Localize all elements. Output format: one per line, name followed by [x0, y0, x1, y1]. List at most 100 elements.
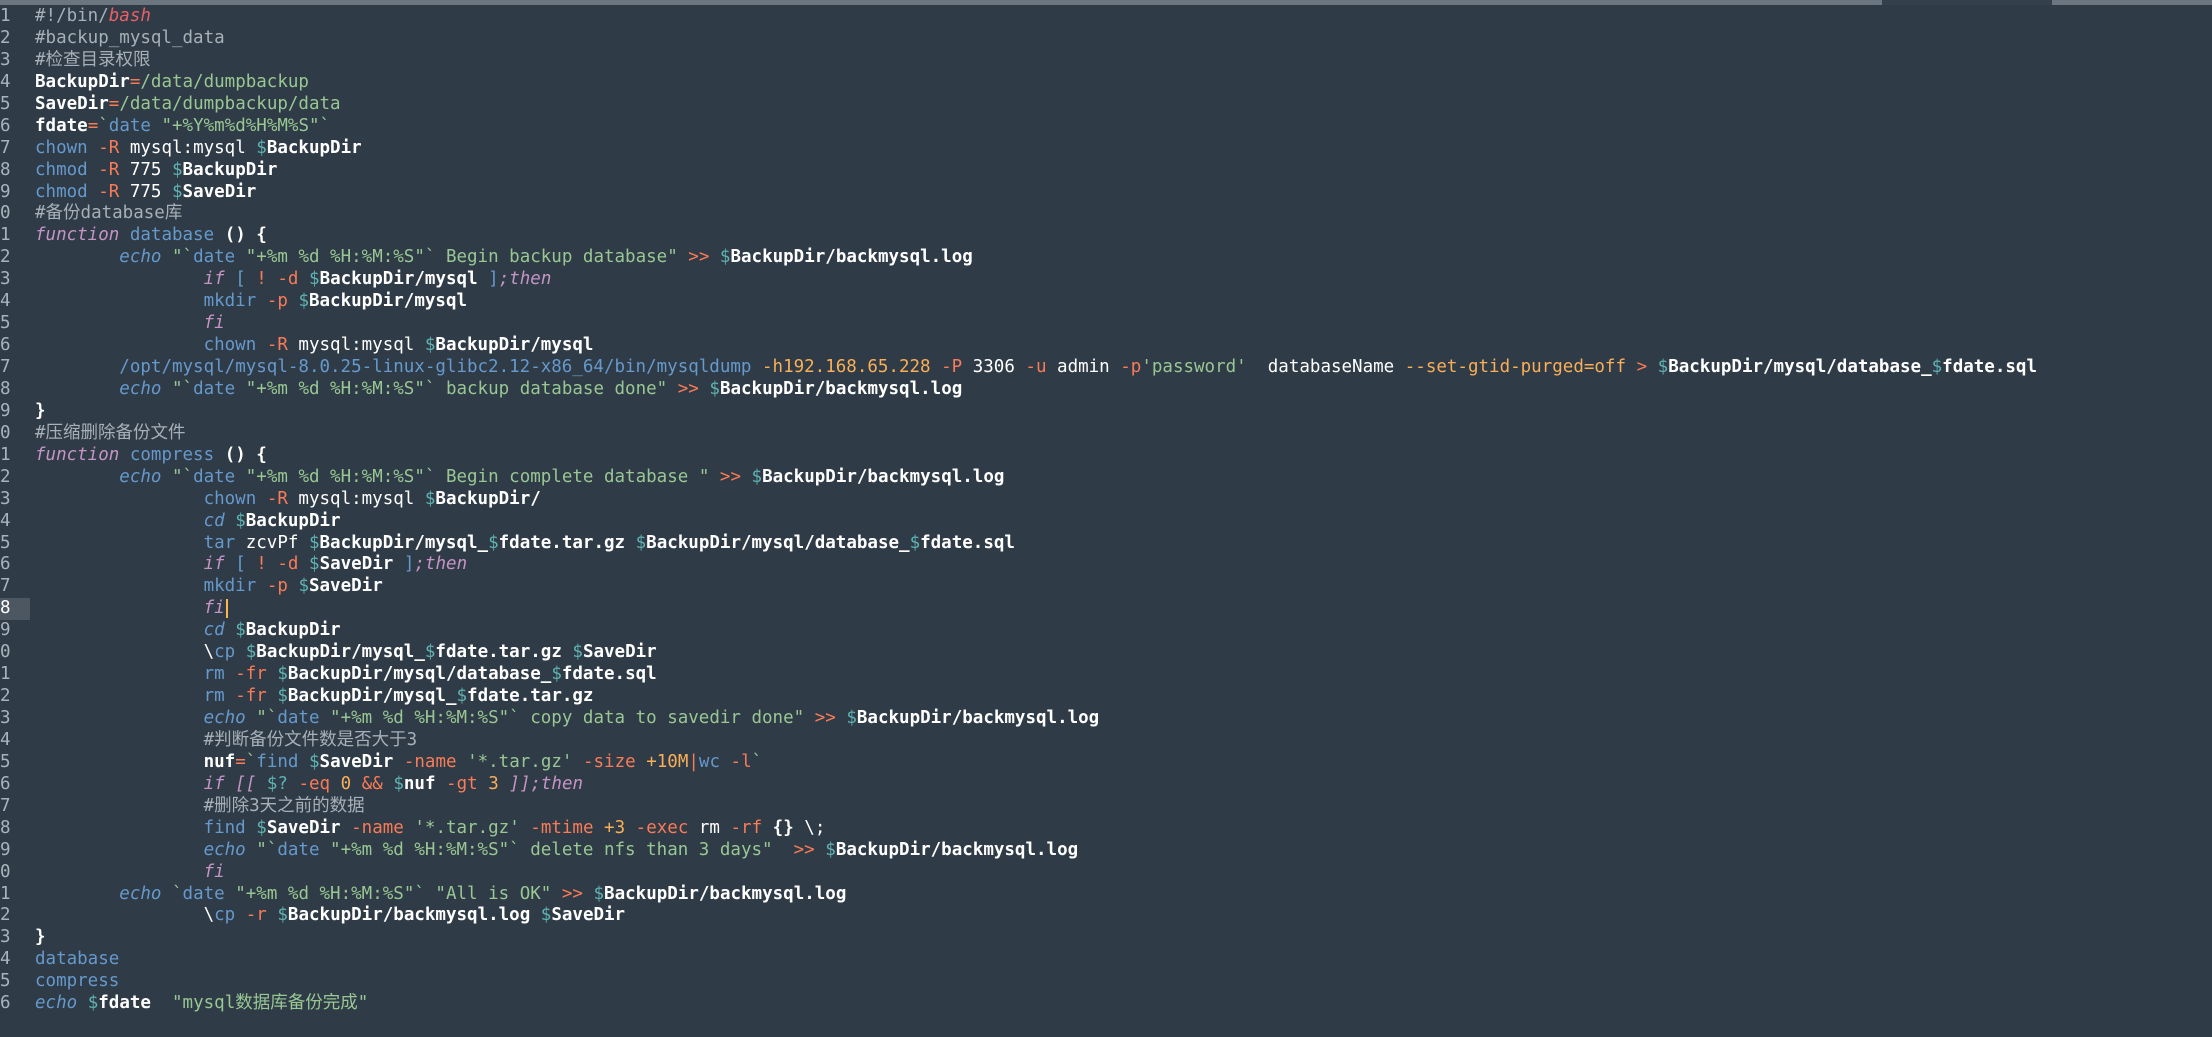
code-token: -p [266, 291, 288, 312]
code-line[interactable]: rm -fr $BackupDir/mysql/database_$fdate.… [35, 664, 2212, 686]
code-token: -gt [446, 773, 478, 794]
code-token: echo [119, 378, 162, 399]
code-area[interactable]: #!/bin/bash #backup_mysql_data #检查目录权限 Back… [35, 6, 2212, 1015]
code-line[interactable]: cd $BackupDir [35, 620, 2212, 642]
code-line[interactable]: if [[ $? -eq 0 && $nuf -gt 3 ]];then [35, 774, 2212, 796]
code-line[interactable]: echo "`date "+%m %d %H:%M:%S"` delete nf… [35, 840, 2212, 862]
code-line[interactable]: function compress () { [35, 445, 2212, 467]
code-line[interactable]: chown -R mysql:mysql $BackupDir/ [35, 489, 2212, 511]
code-line[interactable]: echo "`date "+%m %d %H:%M:%S"` Begin com… [35, 467, 2212, 489]
code-token: cp [214, 905, 236, 926]
code-token: BackupDir [35, 71, 130, 92]
code-token: "+%m %d %H:%M:%S"` delete nfs than 3 day… [319, 839, 773, 860]
code-token: -name [403, 751, 457, 772]
code-token: #!/bin/ [35, 6, 109, 26]
code-line[interactable]: nuf=`find $SaveDir -name '*.tar.gz' -siz… [35, 752, 2212, 774]
code-line[interactable]: function database () { [35, 225, 2212, 247]
code-line[interactable]: } [35, 927, 2212, 949]
code-line[interactable]: database [35, 949, 2212, 971]
code-line[interactable]: #!/bin/bash [35, 6, 2212, 28]
code-line[interactable]: mkdir -p $SaveDir [35, 576, 2212, 598]
code-token: 0 [340, 773, 352, 794]
code-line[interactable]: chown -R mysql:mysql $BackupDir [35, 138, 2212, 160]
code-line[interactable]: echo "`date "+%m %d %H:%M:%S"` Begin bac… [35, 247, 2212, 269]
code-line[interactable]: SaveDir=/data/dumpbackup/data [35, 94, 2212, 116]
code-token: $ [256, 137, 267, 158]
code-token: $ [309, 554, 320, 575]
code-editor[interactable]: 1234567890123456789012345678901234567890… [0, 0, 2212, 1037]
code-line[interactable]: #判断备份文件数是否大于3 [35, 730, 2212, 752]
line-number: 2 [0, 686, 11, 707]
code-line[interactable]: echo $fdate "mysql数据库备份完成" [35, 993, 2212, 1015]
line-number: 3 [0, 269, 11, 290]
code-token: "+%m %d %H:%M:%S"` "All is OK" [224, 883, 552, 904]
code-line[interactable]: fi [35, 598, 2212, 620]
code-line[interactable]: cd $BackupDir [35, 511, 2212, 533]
code-token: fdate.tar.gz [498, 532, 626, 553]
code-token: date [193, 466, 236, 487]
code-line[interactable]: echo `date "+%m %d %H:%M:%S"` "All is OK… [35, 884, 2212, 906]
code-line[interactable]: #检查目录权限 [35, 50, 2212, 72]
code-line[interactable]: \cp -r $BackupDir/backmysql.log $SaveDir [35, 905, 2212, 927]
code-line[interactable]: } [35, 401, 2212, 423]
code-token: -R [266, 488, 288, 509]
code-token: echo [35, 993, 78, 1014]
code-token: $ [424, 335, 436, 356]
code-line[interactable]: chmod -R 775 $SaveDir [35, 182, 2212, 204]
code-line[interactable]: #删除3天之前的数据 [35, 796, 2212, 818]
code-line[interactable]: if [ ! -d $SaveDir ];then [35, 554, 2212, 576]
code-token: "+%Y%m%d%H%M%S"` [150, 115, 331, 136]
code-token: "` [256, 839, 278, 860]
code-token: rm [203, 686, 225, 707]
code-token: $ [235, 510, 246, 531]
code-token: ] [403, 554, 415, 575]
code-line[interactable]: echo "`date "+%m %d %H:%M:%S"` copy data… [35, 708, 2212, 730]
line-number: 0 [0, 861, 11, 882]
code-line[interactable]: #备份database库 [35, 203, 2212, 225]
code-line[interactable]: BackupDir=/data/dumpbackup [35, 72, 2212, 94]
code-line[interactable]: chown -R mysql:mysql $BackupDir/mysql [35, 335, 2212, 357]
code-line[interactable]: fi [35, 313, 2212, 335]
code-token: >> [719, 466, 741, 487]
code-line[interactable]: \cp $BackupDir/mysql_$fdate.tar.gz $Save… [35, 642, 2212, 664]
code-token: $ [456, 686, 468, 707]
code-line[interactable]: #backup_mysql_data [35, 28, 2212, 50]
scrollbar-thumb[interactable] [0, 0, 1882, 5]
code-line[interactable]: if [ ! -d $BackupDir/mysql ];then [35, 269, 2212, 291]
code-line[interactable]: fdate=`date "+%Y%m%d%H%M%S"` [35, 116, 2212, 138]
code-line[interactable]: tar zcvPf $BackupDir/mysql_$fdate.tar.gz… [35, 533, 2212, 555]
code-line[interactable]: /opt/mysql/mysql-8.0.25-linux-glibc2.12-… [35, 357, 2212, 379]
code-token: fdate.tar.gz [467, 686, 594, 707]
code-line[interactable]: compress [35, 971, 2212, 993]
code-line[interactable]: #压缩删除备份文件 [35, 423, 2212, 445]
code-token: date [277, 839, 320, 860]
code-line[interactable]: mkdir -p $BackupDir/mysql [35, 291, 2212, 313]
code-token: rm [688, 817, 731, 838]
code-token: BackupDir/mysql/database_ [1668, 357, 1932, 377]
code-token: '*.tar.gz' [467, 751, 573, 772]
code-token: "` [172, 247, 194, 268]
horizontal-scrollbar[interactable] [0, 0, 2212, 5]
code-line[interactable]: find $SaveDir -name '*.tar.gz' -mtime +3… [35, 818, 2212, 840]
code-line[interactable]: echo "`date "+%m %d %H:%M:%S"` backup da… [35, 379, 2212, 401]
code-token: SaveDir [582, 642, 657, 663]
code-token: {} [772, 817, 794, 838]
line-number: 3 [0, 708, 11, 728]
code-token: >> [561, 883, 583, 904]
code-line[interactable]: fi [35, 862, 2212, 884]
code-line[interactable]: rm -fr $BackupDir/mysql_$fdate.tar.gz [35, 686, 2212, 708]
code-token: ` [172, 883, 183, 904]
code-token: -r [245, 905, 267, 926]
code-line[interactable]: chmod -R 775 $BackupDir [35, 160, 2212, 182]
line-number: 0 [0, 422, 11, 443]
line-number: 0 [0, 642, 11, 663]
line-number: 0 [0, 203, 11, 224]
